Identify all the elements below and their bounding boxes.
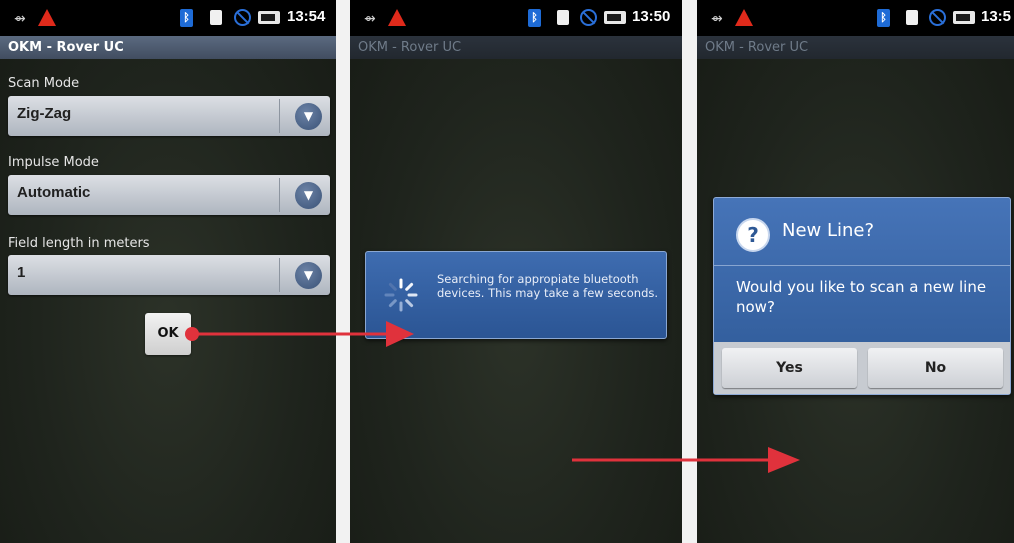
arrow-ok-to-search — [185, 321, 414, 347]
arrow-search-to-dialog — [572, 447, 800, 473]
annotation-arrows — [185, 321, 800, 473]
